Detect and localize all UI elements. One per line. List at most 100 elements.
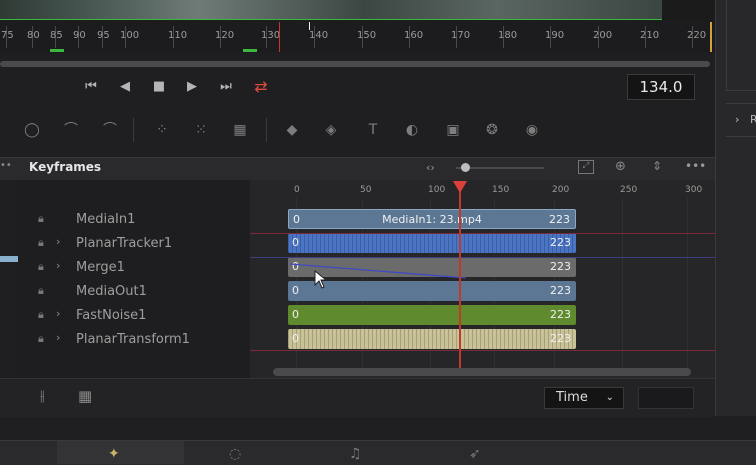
lock-icon[interactable]: 🔒︎: [38, 236, 44, 250]
timeline-scale-label: 300: [685, 185, 703, 195]
play-reverse-icon[interactable]: ◀: [114, 77, 136, 97]
renderer-3d-icon[interactable]: ◉: [520, 118, 544, 142]
node-row[interactable]: 🔒︎ › PlanarTransform1: [18, 328, 250, 352]
lock-icon[interactable]: 🔒︎: [38, 308, 44, 322]
viewer-image-strip: [0, 0, 715, 20]
bspline-mask-icon[interactable]: ⌒: [98, 118, 122, 142]
panel-menu-icon[interactable]: ••: [0, 160, 12, 171]
keyframe-clip[interactable]: 0 223: [288, 329, 576, 349]
circle-mask-icon[interactable]: ◯: [20, 118, 44, 142]
ruler-tick-label: 120: [215, 30, 235, 41]
keyframes-header: [0, 157, 715, 180]
clip-end: 223: [550, 284, 571, 297]
particle-render-icon[interactable]: ⁙: [189, 118, 213, 142]
node-row[interactable]: 🔒︎ › PlanarTracker1: [18, 232, 250, 256]
ruler-tick-label: 110: [168, 30, 188, 41]
chevron-right-icon[interactable]: ›: [56, 331, 60, 344]
current-time-field[interactable]: 134.0: [627, 74, 695, 100]
expand-icon[interactable]: ⤢: [578, 160, 594, 174]
node-row[interactable]: 🔒︎ › Merge1: [18, 256, 250, 280]
split-icon[interactable]: ⫲: [40, 388, 45, 404]
keyframes-title: Keyframes: [29, 160, 102, 174]
camera-3d-icon[interactable]: ▣: [441, 118, 465, 142]
zoom-slider-handle[interactable]: [461, 163, 470, 172]
timeline-scrollbar[interactable]: [273, 368, 691, 376]
collapse-rows-icon[interactable]: ⇕: [652, 159, 662, 173]
time-value-field[interactable]: [638, 387, 694, 409]
lock-icon[interactable]: 🔒︎: [38, 260, 44, 274]
ruler-tick-label: 210: [640, 30, 660, 41]
lock-icon[interactable]: 🔒︎: [38, 284, 44, 298]
skip-to-end-icon[interactable]: ⏭: [215, 77, 237, 97]
viewer-frame: [0, 0, 662, 20]
lock-icon[interactable]: 🔒︎: [38, 332, 44, 346]
light-3d-icon[interactable]: ❂: [480, 118, 504, 142]
keyframe-clip[interactable]: 0 223: [288, 233, 576, 253]
chevron-right-icon[interactable]: ›: [56, 235, 60, 248]
ruler-playhead: [279, 22, 280, 52]
node-name: FastNoise1: [76, 308, 147, 323]
particle-emitter-icon[interactable]: ⁘: [150, 118, 174, 142]
lock-icon[interactable]: 🔒︎: [38, 212, 44, 226]
cache-marker: [50, 49, 64, 52]
node-row[interactable]: 🔒︎ › FastNoise1: [18, 304, 250, 328]
timeline-scale-label: 50: [360, 185, 372, 195]
active-page-highlight: [57, 441, 184, 464]
ruler-tick-label: 180: [498, 30, 518, 41]
color-page-icon[interactable]: ◌: [229, 446, 241, 462]
node-row[interactable]: 🔒︎ MediaIn1: [18, 208, 250, 232]
polygon-mask-icon[interactable]: ⌒: [59, 118, 83, 142]
ruler-tick-label: 130: [261, 30, 281, 41]
playhead-marker[interactable]: [453, 181, 467, 193]
options-menu-icon[interactable]: •••: [685, 159, 706, 173]
keyframe-clip[interactable]: 0 223: [288, 281, 576, 301]
chevron-right-icon[interactable]: ›: [56, 259, 60, 272]
text-3d-icon[interactable]: T: [361, 118, 385, 142]
timeline-scale-label: 250: [620, 185, 638, 195]
fairlight-page-icon[interactable]: ♫: [349, 446, 362, 462]
timeline-scale-label: 150: [492, 185, 510, 195]
playhead-line[interactable]: [459, 190, 461, 368]
timeline-gridline: [687, 198, 688, 368]
left-edge-indicator: [0, 256, 18, 262]
timeline-scale-label: 100: [428, 185, 446, 195]
ruler-tick-label: 200: [593, 30, 613, 41]
ruler-tick-label: 75: [1, 30, 14, 41]
skip-to-start-icon[interactable]: ⏮: [80, 77, 102, 97]
deliver-page-icon[interactable]: ➶: [469, 446, 481, 462]
keyframe-clip[interactable]: 0 MediaIn1: 23.mp4 223: [288, 209, 576, 229]
clip-start: 0: [292, 236, 299, 249]
curve-line: [250, 257, 715, 258]
node-name: MediaIn1: [76, 212, 136, 227]
fusion-page-icon[interactable]: ✦: [108, 446, 120, 462]
spreadsheet-icon[interactable]: ▦: [78, 387, 92, 405]
ruler-tick-label: 170: [451, 30, 471, 41]
keyframe-clip[interactable]: 0 223: [288, 305, 576, 325]
chevron-down-icon: ⌄: [605, 392, 614, 403]
shape-3d-icon[interactable]: ◈: [319, 118, 343, 142]
node-row[interactable]: 🔒︎ MediaOut1: [18, 280, 250, 304]
curve-line: [250, 233, 715, 234]
clip-end: 223: [550, 308, 571, 321]
play-icon[interactable]: ▶: [181, 77, 203, 97]
loop-icon[interactable]: ⇄: [250, 77, 272, 97]
ruler-end-marker: [710, 22, 712, 52]
node-name: MediaOut1: [76, 284, 147, 299]
inspector-row-label: R: [750, 113, 756, 126]
image-plane-3d-icon[interactable]: ◆: [280, 118, 304, 142]
fit-width-icon[interactable]: ‹›: [426, 161, 435, 174]
chevron-right-icon[interactable]: ›: [56, 307, 60, 320]
time-mode-select[interactable]: Time ⌄: [544, 387, 624, 409]
merge-3d-icon[interactable]: ◐: [400, 118, 424, 142]
node-name: PlanarTransform1: [76, 332, 190, 347]
zoom-icon[interactable]: ⊕: [615, 159, 626, 174]
particle-style-icon[interactable]: ▦: [228, 118, 252, 142]
inspector-collapsed-row[interactable]: › R: [726, 103, 756, 137]
inspector-top-box: [726, 0, 756, 91]
ruler-tick-label: 140: [309, 30, 329, 41]
scrub-scrollbar[interactable]: [0, 61, 710, 67]
chevron-right-icon: ›: [735, 113, 740, 126]
clip-start: 0: [292, 308, 299, 321]
ruler-tick-label: 95: [97, 30, 110, 41]
stop-icon[interactable]: ■: [148, 77, 170, 97]
